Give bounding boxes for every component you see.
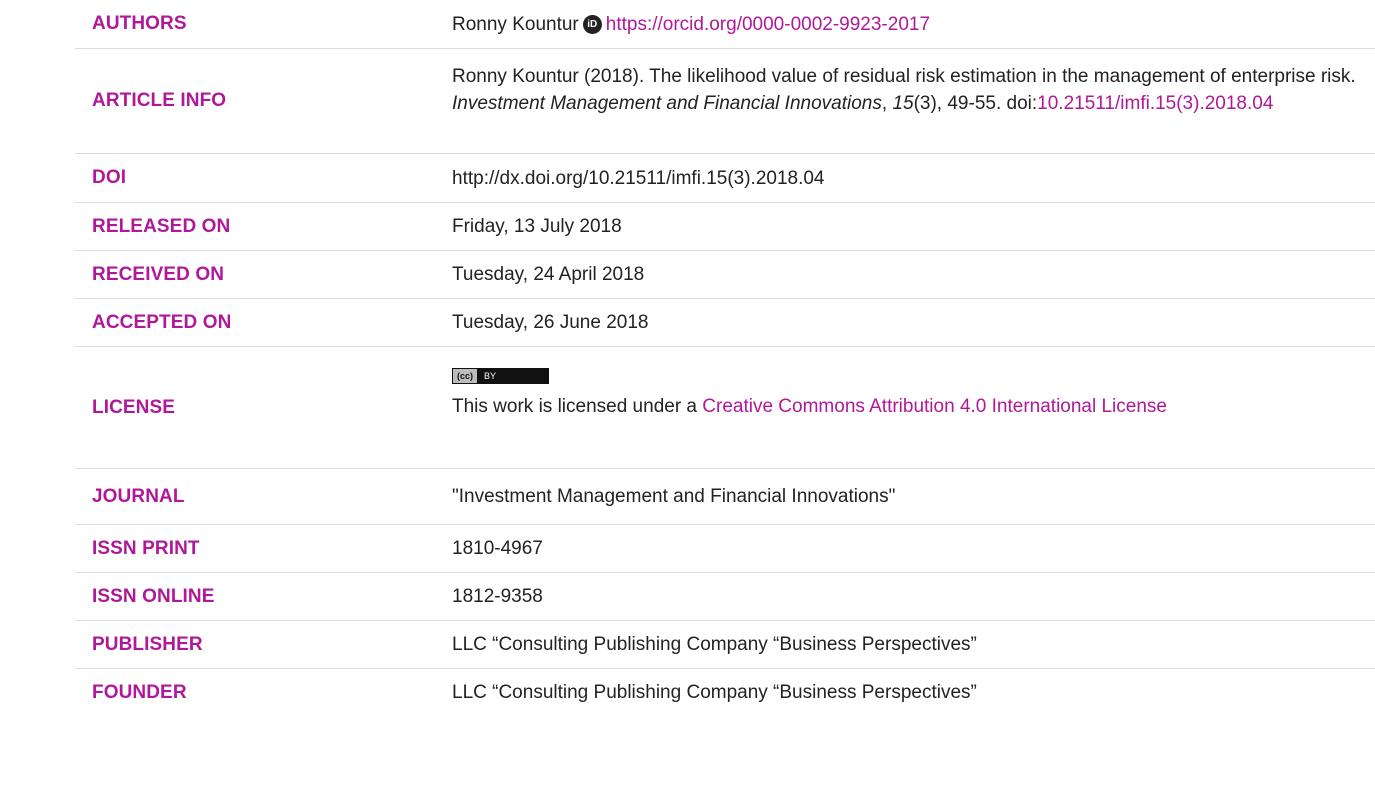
row-authors: AUTHORS Ronny Kountur iD https://orcid.o… bbox=[75, 0, 1375, 49]
label-journal: JOURNAL bbox=[92, 485, 185, 507]
row-released-on: RELEASED ON Friday, 13 July 2018 bbox=[75, 203, 1375, 251]
citation-volume: 15 bbox=[892, 93, 914, 114]
value-accepted-on: Tuesday, 26 June 2018 bbox=[452, 312, 649, 333]
value-doi: http://dx.doi.org/10.21511/imfi.15(3).20… bbox=[452, 167, 825, 189]
row-license: LICENSE (cc) BY This work is licensed un… bbox=[75, 347, 1375, 469]
label-released-on: RELEASED ON bbox=[92, 215, 231, 237]
license-link[interactable]: Creative Commons Attribution 4.0 Interna… bbox=[702, 396, 1167, 417]
license-statement: This work is licensed under a Creative C… bbox=[452, 393, 1375, 420]
cc-by-badge-icon[interactable]: (cc) BY bbox=[452, 368, 550, 384]
value-founder: LLC “Consulting Publishing Company “Busi… bbox=[452, 682, 977, 703]
value-released-on: Friday, 13 July 2018 bbox=[452, 216, 622, 237]
license-text: This work is licensed under a bbox=[452, 396, 703, 417]
label-doi: DOI bbox=[92, 167, 127, 188]
citation-journal: Investment Management and Financial Inno… bbox=[452, 93, 882, 114]
label-authors: AUTHORS bbox=[92, 13, 187, 34]
value-authors: Ronny Kountur iD https://orcid.org/0000-… bbox=[452, 0, 1375, 48]
label-issn-print: ISSN PRINT bbox=[92, 537, 200, 559]
value-license: (cc) BY This work is licensed under a Cr… bbox=[452, 347, 1375, 468]
citation-doi-link[interactable]: 10.21511/imfi.15(3).2018.04 bbox=[1037, 93, 1273, 114]
author-name: Ronny Kountur bbox=[452, 13, 579, 35]
row-article-info: ARTICLE INFO Ronny Kountur (2018). The l… bbox=[75, 49, 1375, 154]
row-issn-print: ISSN PRINT 1810-4967 bbox=[75, 525, 1375, 573]
value-article-info: Ronny Kountur (2018). The likelihood val… bbox=[452, 49, 1375, 153]
row-journal: JOURNAL "Investment Management and Finan… bbox=[75, 469, 1375, 525]
citation-text: Ronny Kountur (2018). The likelihood val… bbox=[452, 66, 1356, 87]
value-received-on: Tuesday, 24 April 2018 bbox=[452, 264, 645, 285]
label-issn-online: ISSN ONLINE bbox=[92, 585, 215, 607]
row-doi: DOI http://dx.doi.org/10.21511/imfi.15(3… bbox=[75, 154, 1375, 203]
label-founder: FOUNDER bbox=[92, 681, 187, 703]
article-info-table: AUTHORS Ronny Kountur iD https://orcid.o… bbox=[75, 0, 1375, 716]
orcid-icon: iD bbox=[582, 14, 602, 34]
label-received-on: RECEIVED ON bbox=[92, 263, 225, 285]
row-received-on: RECEIVED ON Tuesday, 24 April 2018 bbox=[75, 251, 1375, 299]
value-publisher: LLC “Consulting Publishing Company “Busi… bbox=[452, 634, 977, 655]
citation-issue-pages: (3), 49-55. doi: bbox=[913, 93, 1038, 114]
orcid-link[interactable]: https://orcid.org/0000-0002-9923-2017 bbox=[606, 11, 930, 38]
label-license: LICENSE bbox=[92, 396, 176, 418]
value-issn-print: 1810-4967 bbox=[452, 538, 543, 559]
citation-sep: , bbox=[881, 93, 893, 114]
value-issn-online: 1812-9358 bbox=[452, 586, 543, 607]
label-article-info: ARTICLE INFO bbox=[92, 90, 227, 111]
label-accepted-on: ACCEPTED ON bbox=[92, 311, 232, 333]
label-publisher: PUBLISHER bbox=[92, 633, 203, 655]
value-journal: "Investment Management and Financial Inn… bbox=[452, 486, 896, 507]
row-founder: FOUNDER LLC “Consulting Publishing Compa… bbox=[75, 669, 1375, 716]
row-issn-online: ISSN ONLINE 1812-9358 bbox=[75, 573, 1375, 621]
row-accepted-on: ACCEPTED ON Tuesday, 26 June 2018 bbox=[75, 299, 1375, 347]
row-publisher: PUBLISHER LLC “Consulting Publishing Com… bbox=[75, 621, 1375, 669]
